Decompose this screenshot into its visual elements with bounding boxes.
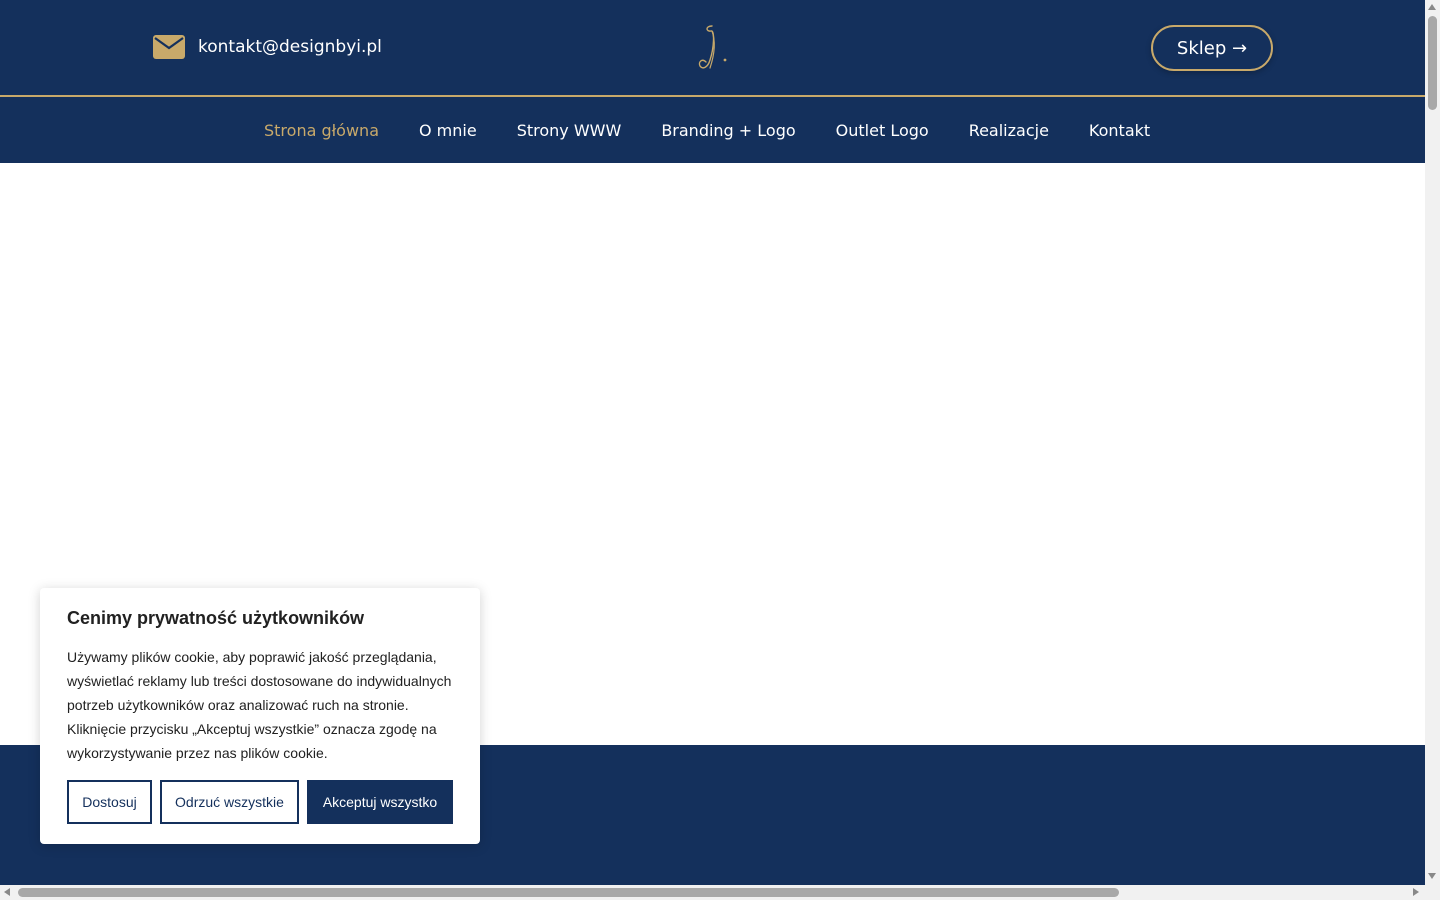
nav-item-home[interactable]: Strona główna xyxy=(264,121,379,140)
nav-item-branding[interactable]: Branding + Logo xyxy=(661,121,795,140)
scroll-left-arrow-icon[interactable] xyxy=(4,888,10,896)
scroll-up-arrow-icon[interactable] xyxy=(1428,4,1436,10)
cookie-actions: Dostosuj Odrzuć wszystkie Akceptuj wszys… xyxy=(67,780,453,824)
nav-item-outlet-logo[interactable]: Outlet Logo xyxy=(836,121,929,140)
nav-item-contact[interactable]: Kontakt xyxy=(1089,121,1150,140)
scroll-down-arrow-icon[interactable] xyxy=(1428,873,1436,879)
nav-item-portfolio[interactable]: Realizacje xyxy=(969,121,1049,140)
nav-list: Strona główna O mnie Strony WWW Branding… xyxy=(264,97,1150,163)
cookie-consent-dialog: Cenimy prywatność użytkowników Używamy p… xyxy=(40,588,480,844)
page-viewport: kontakt@designbyi.pl Sklep → Strona głów… xyxy=(0,0,1425,885)
top-bar: kontakt@designbyi.pl Sklep → xyxy=(0,0,1425,96)
horizontal-scroll-thumb[interactable] xyxy=(18,888,1119,897)
email-link[interactable]: kontakt@designbyi.pl xyxy=(153,35,382,59)
email-text: kontakt@designbyi.pl xyxy=(198,37,382,57)
cookie-description: Używamy plików cookie, aby poprawić jako… xyxy=(67,649,452,761)
customize-button[interactable]: Dostosuj xyxy=(67,780,152,824)
scroll-right-arrow-icon[interactable] xyxy=(1413,888,1419,896)
shop-button[interactable]: Sklep → xyxy=(1151,25,1273,71)
accept-all-button[interactable]: Akceptuj wszystko xyxy=(307,780,453,824)
script-i-logo-icon[interactable] xyxy=(692,22,732,74)
nav-item-about[interactable]: O mnie xyxy=(419,121,477,140)
vertical-scroll-thumb[interactable] xyxy=(1428,16,1437,110)
cookie-title: Cenimy prywatność użytkowników xyxy=(67,608,365,628)
vertical-scrollbar[interactable] xyxy=(1425,0,1440,885)
reject-all-button[interactable]: Odrzuć wszystkie xyxy=(160,780,299,824)
envelope-icon xyxy=(153,35,185,59)
nav-item-websites[interactable]: Strony WWW xyxy=(517,121,622,140)
main-navigation: Strona główna O mnie Strony WWW Branding… xyxy=(0,97,1425,163)
